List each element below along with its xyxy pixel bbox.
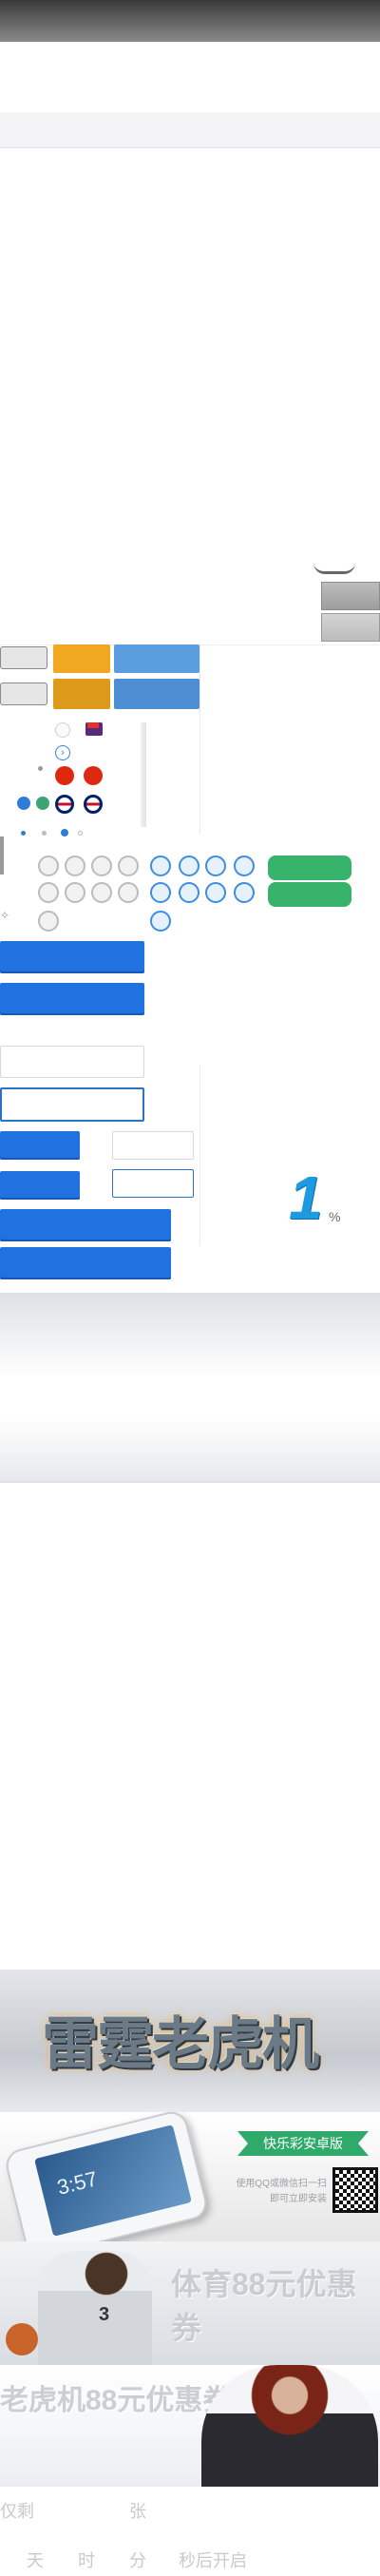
dot-icon	[38, 766, 43, 771]
progress-value: 1	[289, 1163, 323, 1232]
gray-round-icon[interactable]	[65, 855, 86, 876]
gray-button[interactable]	[0, 682, 48, 705]
app-download-banner[interactable]: 3:57 快乐彩安卓版 使用QQ或微信扫一扫 即可立即安装	[0, 2112, 380, 2241]
blue-round-icon[interactable]	[205, 855, 226, 876]
countdown-hour: 时	[78, 2551, 95, 2570]
gray-round-icon[interactable]	[65, 882, 86, 903]
small-primary-button[interactable]	[0, 1131, 80, 1160]
icon-grid-handle	[0, 836, 4, 875]
chat-badge-icon-accent	[87, 722, 99, 728]
arrow-right-icon[interactable]: ›	[55, 745, 70, 760]
china-flag-icon[interactable]	[55, 766, 74, 785]
gray-round-icon[interactable]	[38, 911, 59, 932]
app-badge[interactable]: 快乐彩安卓版	[238, 2131, 369, 2156]
banner-title: 老虎机88元优惠券	[0, 2385, 232, 2416]
green-pill-button[interactable]	[268, 882, 352, 907]
slot-coupon-banner[interactable]: 老虎机88元优惠券	[0, 2365, 380, 2487]
spinner-arc-icon	[314, 563, 355, 574]
app-hint-line1: 使用QQ或微信扫一扫	[236, 2179, 327, 2189]
vertical-scroll-track[interactable]	[141, 722, 146, 827]
pagination-dot[interactable]	[21, 831, 26, 836]
gray-block-button[interactable]	[321, 613, 380, 642]
blue-round-icon[interactable]	[150, 882, 171, 903]
remaining-unit: 张	[129, 2502, 146, 2521]
blue-round-icon[interactable]	[234, 855, 255, 876]
orange-button[interactable]	[53, 644, 110, 673]
basketball-icon	[6, 2323, 38, 2355]
blue-button[interactable]	[114, 644, 200, 673]
remaining-prefix: 仅剩	[0, 2502, 34, 2521]
basketball-player-image	[38, 2251, 152, 2365]
sports-coupon-banner[interactable]: 3 体育88元优惠券	[0, 2241, 380, 2365]
green-pill-button[interactable]	[268, 855, 352, 880]
gray-round-icon[interactable]	[38, 882, 59, 903]
gray-round-icon[interactable]	[118, 882, 139, 903]
blue-round-icon[interactable]	[179, 882, 200, 903]
app-hint-line2: 即可立即安装	[270, 2194, 327, 2204]
blue-round-icon[interactable]	[150, 855, 171, 876]
small-text-input[interactable]	[112, 1131, 194, 1160]
blue-round-icon[interactable]	[205, 882, 226, 903]
slot-game-banner[interactable]: 雷霆老虎机	[0, 1970, 380, 2112]
uk-flag-icon[interactable]	[84, 795, 103, 814]
check-circle-icon[interactable]	[17, 797, 30, 810]
uk-flag-icon[interactable]	[55, 795, 74, 814]
text-input-focused[interactable]	[0, 1087, 144, 1122]
circle-outline-icon	[55, 722, 70, 738]
blue-button-pressed[interactable]	[114, 679, 200, 709]
wide-primary-button[interactable]	[0, 1247, 171, 1279]
small-text-input-focused[interactable]	[112, 1169, 194, 1198]
primary-button[interactable]	[0, 941, 144, 973]
primary-button[interactable]	[0, 983, 144, 1015]
countdown-suffix: 秒后开启	[179, 2551, 247, 2570]
banner-title: 体育88元优惠券	[171, 2267, 357, 2345]
sparkle-icon: ✧	[0, 909, 10, 922]
top-header-bar	[0, 0, 380, 42]
pagination-dot[interactable]	[42, 831, 47, 836]
qr-code-image	[332, 2167, 378, 2213]
gray-block-button[interactable]	[321, 582, 380, 610]
pagination-dot[interactable]	[78, 831, 83, 836]
text-input[interactable]	[0, 1046, 144, 1078]
china-flag-icon[interactable]	[84, 766, 103, 785]
banner-title: 雷霆老虎机	[42, 2011, 319, 2078]
countdown-day: 天	[27, 2551, 44, 2570]
gray-round-icon[interactable]	[38, 855, 59, 876]
gray-button[interactable]	[0, 646, 48, 669]
heroine-image	[201, 2365, 378, 2487]
progress-unit: %	[329, 1209, 341, 1224]
gray-round-icon[interactable]	[91, 855, 112, 876]
small-primary-button[interactable]	[0, 1171, 80, 1200]
info-circle-icon[interactable]	[36, 797, 49, 810]
blue-round-icon[interactable]	[234, 882, 255, 903]
wide-primary-button[interactable]	[0, 1209, 171, 1241]
gray-round-icon[interactable]	[91, 882, 112, 903]
player-jersey-number: 3	[99, 2304, 110, 2325]
header-strip	[0, 112, 380, 148]
pagination-dot-active[interactable]	[61, 829, 68, 836]
gradient-panel	[0, 1416, 380, 1483]
blue-round-icon[interactable]	[179, 855, 200, 876]
countdown-minute: 分	[129, 2551, 146, 2570]
gradient-panel	[0, 1293, 380, 1378]
blue-round-icon[interactable]	[150, 911, 171, 932]
gray-round-icon[interactable]	[118, 855, 139, 876]
orange-button-pressed[interactable]	[53, 679, 110, 709]
